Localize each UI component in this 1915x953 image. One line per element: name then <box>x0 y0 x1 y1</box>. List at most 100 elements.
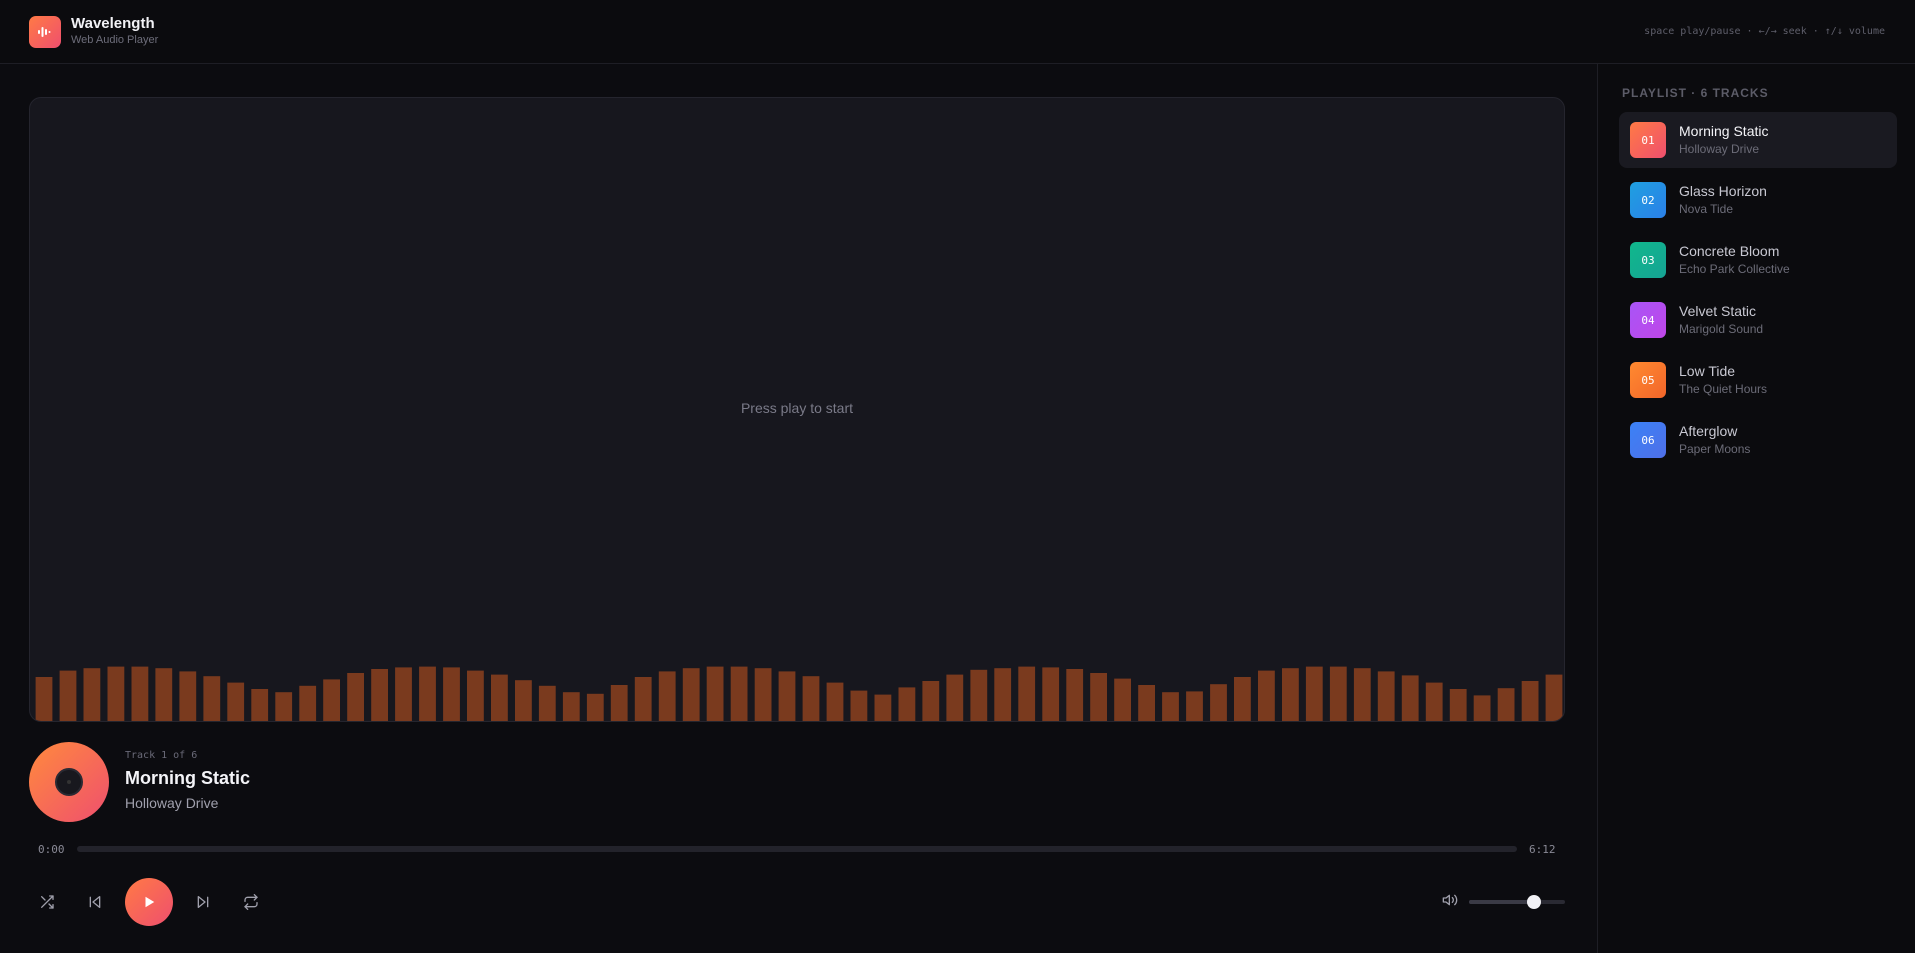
keyboard-shortcuts-hint: space play/pause · ←/→ seek · ↑/↓ volume <box>1644 26 1885 37</box>
playlist-item[interactable]: 01 Morning Static Holloway Drive <box>1619 112 1897 168</box>
now-playing-artist: Holloway Drive <box>125 795 219 811</box>
visualizer-bar <box>778 671 796 721</box>
visualizer-bar <box>299 685 317 721</box>
visualizer-bar <box>610 685 628 721</box>
volume-button[interactable] <box>1442 892 1462 912</box>
visualizer-bar <box>562 692 580 721</box>
volume-slider[interactable] <box>1469 900 1565 904</box>
visualizer-placeholder: Press play to start <box>740 400 854 416</box>
visualizer-bar <box>634 677 652 721</box>
repeat-button[interactable] <box>233 884 269 920</box>
visualizer-bar <box>1473 695 1491 721</box>
visualizer-bar <box>898 687 916 721</box>
visualizer-bar <box>1210 684 1227 721</box>
skip-back-icon <box>89 896 101 908</box>
visualizer-bar <box>1042 667 1060 721</box>
track-number-badge: 05 <box>1630 362 1666 398</box>
visualizer-bar <box>946 674 964 721</box>
playlist-heading: PLAYLIST · 6 TRACKS <box>1622 86 1769 100</box>
visualizer-bar <box>1545 674 1563 721</box>
playlist-item-title: Concrete Bloom <box>1679 243 1780 259</box>
visualizer-bar <box>203 676 221 721</box>
track-number-badge: 02 <box>1630 182 1666 218</box>
visualizer-bar <box>35 677 53 721</box>
playlist-item-artist: Echo Park Collective <box>1679 262 1790 276</box>
playlist-item-title: Low Tide <box>1679 363 1736 379</box>
visualizer-bar <box>155 668 173 721</box>
visualizer-bar <box>1282 668 1299 721</box>
playlist-item-title: Morning Static <box>1679 123 1769 139</box>
visualizer-bar <box>323 679 340 721</box>
visualizer-bar <box>874 694 892 721</box>
visualizer-bar <box>1138 685 1155 721</box>
visualizer-bar <box>1090 673 1107 721</box>
current-time: 0:00 <box>38 843 65 856</box>
playlist-panel: PLAYLIST · 6 TRACKS 01 Morning Static Holl… <box>1597 64 1915 953</box>
visualizer-bar <box>227 682 245 721</box>
visualizer-bar <box>107 666 125 721</box>
visualizer-bar <box>1186 691 1203 721</box>
visualizer-bar <box>1497 688 1515 721</box>
audio-visualizer: Press play to start <box>29 97 1565 722</box>
visualizer-bar <box>538 685 556 721</box>
visualizer-bar <box>443 667 460 721</box>
visualizer-bar <box>994 668 1012 721</box>
volume-slider-fill <box>1469 900 1535 904</box>
track-number-badge: 01 <box>1630 122 1666 158</box>
disc-center <box>55 768 83 796</box>
visualizer-bar <box>1162 692 1179 721</box>
playlist-item[interactable]: 03 Concrete Bloom Echo Park Collective <box>1619 232 1897 288</box>
visualizer-bar <box>467 670 484 721</box>
visualizer-bar <box>275 692 293 721</box>
seek-bar[interactable] <box>77 846 1517 852</box>
visualizer-bar <box>491 674 508 721</box>
visualizer-bar <box>395 667 412 721</box>
track-number-badge: 06 <box>1630 422 1666 458</box>
previous-track-button[interactable] <box>77 884 113 920</box>
shuffle-button[interactable] <box>29 884 65 920</box>
playlist-item-artist: Holloway Drive <box>1679 142 1760 156</box>
visualizer-bar <box>1425 682 1443 721</box>
volume-icon <box>1442 894 1458 906</box>
visualizer-bar <box>682 668 700 721</box>
visualizer-bar <box>1066 669 1084 721</box>
visualizer-bar <box>1018 666 1036 721</box>
track-position: Track 1 of 6 <box>125 750 198 761</box>
visualizer-bar <box>1329 666 1347 721</box>
visualizer-bar <box>658 671 676 721</box>
repeat-icon <box>244 894 258 910</box>
visualizer-bar <box>83 668 101 721</box>
visualizer-bar <box>706 666 724 721</box>
next-track-button[interactable] <box>185 884 221 920</box>
playlist-item-title: Afterglow <box>1679 423 1738 439</box>
playlist-item[interactable]: 04 Velvet Static Marigold Sound <box>1619 292 1897 348</box>
visualizer-bar <box>1377 671 1395 721</box>
visualizer-bar <box>59 670 77 721</box>
visualizer-bar <box>970 669 988 721</box>
visualizer-bar <box>419 666 436 721</box>
wavelength-logo-icon <box>29 16 61 48</box>
playlist-item-title: Velvet Static <box>1679 303 1757 319</box>
visualizer-bar <box>1521 681 1539 721</box>
playlist-item[interactable]: 05 Low Tide The Quiet Hours <box>1619 352 1897 408</box>
playlist-item-artist: Nova Tide <box>1679 202 1734 216</box>
play-icon <box>145 896 155 908</box>
shuffle-icon <box>41 895 54 909</box>
visualizer-bar <box>1258 670 1275 721</box>
visualizer-bar <box>1114 678 1131 721</box>
visualizer-bar <box>754 668 772 721</box>
playlist-item-title: Glass Horizon <box>1679 183 1767 199</box>
visualizer-bar <box>922 681 940 721</box>
playlist-item-artist: Marigold Sound <box>1679 322 1764 336</box>
visualizer-bar <box>826 682 844 721</box>
playlist-item[interactable]: 06 Afterglow Paper Moons <box>1619 412 1897 468</box>
playlist-item[interactable]: 02 Glass Horizon Nova Tide <box>1619 172 1897 228</box>
visualizer-bar <box>850 690 868 721</box>
visualizer-bar <box>1449 689 1467 721</box>
visualizer-bar <box>179 671 197 721</box>
volume-slider-handle[interactable] <box>1527 895 1542 909</box>
play-button[interactable] <box>125 878 173 926</box>
playlist-item-artist: Paper Moons <box>1679 442 1751 456</box>
app-header: Wavelength Web Audio Player space play/p… <box>0 0 1915 64</box>
visualizer-bar <box>347 673 364 721</box>
